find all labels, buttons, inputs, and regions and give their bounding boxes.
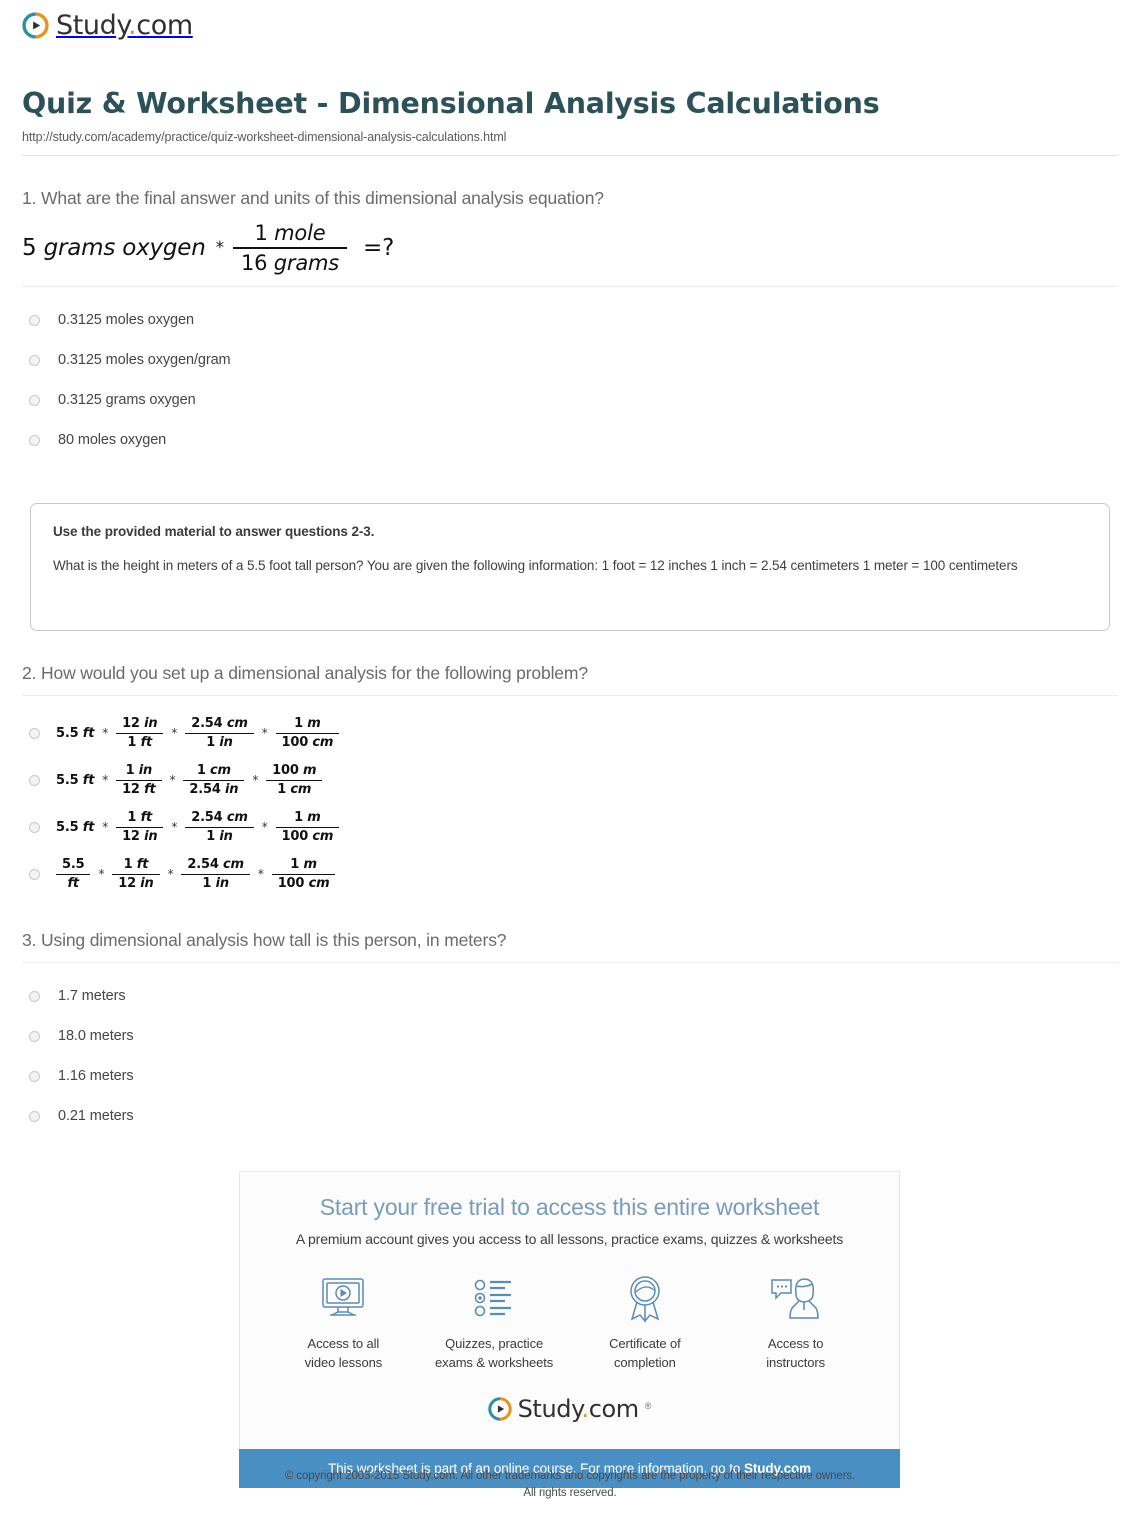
option-row[interactable]: 1.7 meters [22, 977, 1118, 1017]
feature-item: Quizzes, practice exams & worksheets [419, 1271, 569, 1373]
promo-subheadline: A premium account gives you access to al… [295, 1231, 844, 1247]
option-label: 18.0 meters [58, 1028, 134, 1045]
question-3-divider [22, 961, 1118, 963]
question-2-divider [22, 694, 1118, 696]
trademark-symbol: ® [644, 1400, 652, 1411]
radio-button[interactable] [29, 355, 40, 367]
certificate-ribbon-icon [570, 1271, 720, 1325]
copyright-line-2: All rights reserved. [523, 1487, 617, 1500]
equation-fraction: 1 mole 16 grams [232, 221, 347, 275]
question-1-divider [22, 285, 1118, 287]
radio-button[interactable] [29, 991, 40, 1003]
option-row[interactable]: 18.0 meters [22, 1017, 1118, 1057]
option-label: 0.3125 moles oxygen [58, 312, 194, 329]
radio-button[interactable] [29, 821, 40, 833]
feature-label: Access to all video lessons [304, 1336, 383, 1370]
radio-button[interactable] [29, 774, 40, 786]
equation-tail: =? [363, 234, 395, 261]
option-row[interactable]: 0.21 meters [22, 1097, 1118, 1137]
page-url: http://study.com/academy/practice/quiz-w… [22, 130, 1118, 156]
option-row[interactable]: 0.3125 moles oxygen [22, 301, 1118, 341]
option-row[interactable]: 5.5 ft * 1 in 12 ft * 1 cm 2.54 in * 100 m… [22, 757, 1118, 804]
math-expression: 5.5 ft * 1 in 12 ft * 1 cm 2.54 in * 100 m… [56, 763, 323, 799]
copyright-notice: © copyright 2003-2015 Study.com. All oth… [0, 1468, 1140, 1503]
promo-study-logo[interactable]: Study.com ® [260, 1381, 879, 1439]
equation-operator: * [215, 237, 225, 258]
option-label: 1.7 meters [58, 988, 126, 1005]
option-label: 0.21 meters [58, 1108, 134, 1125]
radio-button[interactable] [29, 435, 40, 447]
checklist-icon [419, 1271, 569, 1325]
option-label: 0.3125 moles oxygen/gram [58, 352, 231, 369]
question-1-options: 0.3125 moles oxygen 0.3125 moles oxygen/… [22, 301, 1118, 461]
site-header: Study.com [0, 0, 1140, 44]
option-row[interactable]: 5.5 ft * 1 ft 12 in * 2.54 cm 1 in * 1 m 100… [22, 851, 1118, 898]
option-label: 1.16 meters [58, 1068, 134, 1085]
math-expression: 5.5 ft * 12 in 1 ft * 2.54 cm 1 in * 1 m 10… [56, 716, 340, 752]
option-row[interactable]: 5.5 ft * 1 ft 12 in * 2.54 cm 1 in * 1 m 10… [22, 804, 1118, 851]
option-row[interactable]: 80 moles oxygen [22, 421, 1118, 461]
option-row[interactable]: 0.3125 grams oxygen [22, 381, 1118, 421]
play-circle-icon [22, 12, 49, 39]
passage-box: Use the provided material to answer ques… [30, 502, 1110, 631]
logo-wordmark: Study.com [56, 10, 193, 41]
option-row[interactable]: 5.5 ft * 12 in 1 ft * 2.54 cm 1 in * 1 m 10… [22, 710, 1118, 757]
option-row[interactable]: 0.3125 moles oxygen/gram [22, 341, 1118, 381]
feature-item: Certificate of completion [570, 1271, 720, 1373]
feature-label: Quizzes, practice exams & worksheets [435, 1336, 554, 1370]
question-3-options: 1.7 meters 18.0 meters 1.16 meters 0.21 … [22, 977, 1118, 1137]
passage-title: Use the provided material to answer ques… [53, 523, 375, 539]
page-title: Quiz & Worksheet - Dimensional Analysis … [22, 87, 880, 120]
feature-item: Access to instructors [721, 1271, 871, 1373]
feature-label: Access to instructors [766, 1336, 826, 1370]
radio-button[interactable] [29, 395, 40, 407]
copyright-line-1: © copyright 2003-2015 Study.com. All oth… [284, 1470, 856, 1482]
promo-card: Start your free trial to access this ent… [239, 1171, 900, 1488]
passage-body: What is the height in meters of a 5.5 fo… [53, 557, 1018, 573]
radio-button[interactable] [29, 1031, 40, 1043]
radio-button[interactable] [29, 868, 40, 880]
math-expression: 5.5 ft * 1 ft 12 in * 2.54 cm 1 in * 1 m 10… [56, 810, 340, 846]
question-1-prompt: 1. What are the final answer and units o… [22, 187, 604, 208]
equation-lead: 5 grams oxygen [22, 234, 206, 261]
play-circle-icon [487, 1396, 512, 1421]
question-3-prompt: 3. Using dimensional analysis how tall i… [22, 929, 507, 950]
radio-button[interactable] [29, 1071, 40, 1083]
logo-wordmark: Study.com [517, 1394, 640, 1423]
radio-button[interactable] [29, 727, 40, 739]
monitor-play-icon [268, 1271, 418, 1325]
option-label: 80 moles oxygen [58, 432, 167, 449]
option-row[interactable]: 1.16 meters [22, 1057, 1118, 1097]
question-2-options: 5.5 ft * 12 in 1 ft * 2.54 cm 1 in * 1 m 10… [22, 710, 1118, 898]
promo-headline: Start your free trial to access this ent… [319, 1194, 820, 1220]
radio-button[interactable] [29, 315, 40, 327]
instructor-chat-icon [721, 1271, 871, 1325]
question-1-equation: 5 grams oxygen * 1 mole 16 grams =? [22, 221, 1118, 275]
feature-label: Certificate of completion [609, 1336, 681, 1370]
question-2-prompt: 2. How would you set up a dimensional an… [22, 662, 588, 683]
math-expression: 5.5 ft * 1 ft 12 in * 2.54 cm 1 in * 1 m 100… [56, 857, 336, 893]
promo-features: Access to all video lessons Quizzes, pra… [260, 1271, 879, 1381]
radio-button[interactable] [29, 1111, 40, 1123]
study-logo[interactable]: Study.com [22, 12, 193, 39]
feature-item: Access to all video lessons [268, 1271, 418, 1373]
option-label: 0.3125 grams oxygen [58, 392, 196, 409]
